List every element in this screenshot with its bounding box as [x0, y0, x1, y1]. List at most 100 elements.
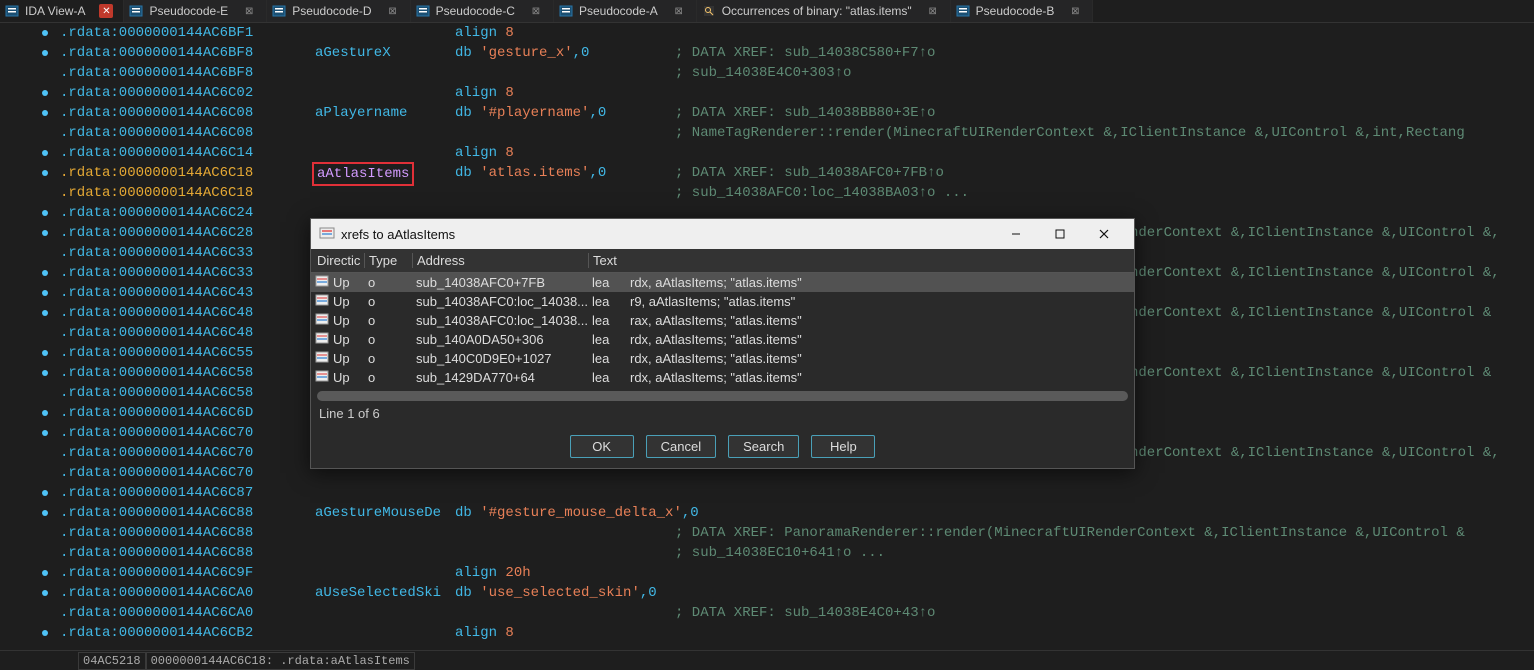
tab-5[interactable]: Occurrences of binary: "atlas.items"⊠: [697, 0, 951, 22]
tab-1[interactable]: Pseudocode-E ⊠: [124, 0, 267, 22]
disasm-line[interactable]: .rdata:0000000144AC6C88; DATA XREF: Pano…: [60, 523, 1534, 543]
ok-button[interactable]: OK: [570, 435, 634, 458]
search-button[interactable]: Search: [728, 435, 799, 458]
directive: db: [455, 585, 472, 601]
breakpoint-bullet[interactable]: [42, 150, 48, 156]
breakpoint-bullet[interactable]: [42, 230, 48, 236]
row-type: o: [368, 370, 416, 385]
breakpoint-bullet[interactable]: [42, 50, 48, 56]
xrefs-table-body[interactable]: Uposub_14038AFC0+7FBleardx, aAtlasItems;…: [311, 273, 1134, 387]
breakpoint-bullet[interactable]: [42, 290, 48, 296]
row-text: rdx, aAtlasItems; "atlas.items": [630, 275, 1134, 290]
row-address: sub_1429DA770+64: [416, 370, 592, 385]
breakpoint-bullet[interactable]: [42, 210, 48, 216]
xref-row[interactable]: Uposub_14038AFC0:loc_14038...lear9, aAtl…: [311, 292, 1134, 311]
disasm-line[interactable]: .rdata:0000000144AC6CB2align 8: [60, 623, 1534, 643]
disasm-line[interactable]: .rdata:0000000144AC6C08aPlayernamedb '#p…: [60, 103, 1534, 123]
directive: align: [455, 25, 497, 41]
breakpoint-bullet[interactable]: [42, 350, 48, 356]
close-icon[interactable]: ⊠: [386, 4, 400, 18]
segment-address: .rdata:0000000144AC6CA0: [60, 585, 253, 601]
breakpoint-bullet[interactable]: [42, 490, 48, 496]
close-icon[interactable]: ⊠: [672, 4, 686, 18]
disasm-line[interactable]: .rdata:0000000144AC6CA0; DATA XREF: sub_…: [60, 603, 1534, 623]
disasm-line[interactable]: .rdata:0000000144AC6C14align 8: [60, 143, 1534, 163]
breakpoint-bullet[interactable]: [42, 590, 48, 596]
dialog-titlebar[interactable]: xrefs to aAtlasItems: [311, 219, 1134, 249]
breakpoint-bullet[interactable]: [42, 370, 48, 376]
close-button[interactable]: [1082, 219, 1126, 249]
breakpoint-bullet[interactable]: [42, 110, 48, 116]
col-text[interactable]: Text: [588, 253, 1134, 268]
breakpoint-bullet[interactable]: [42, 430, 48, 436]
breakpoint-bullet[interactable]: [42, 30, 48, 36]
align-value: 8: [505, 145, 513, 161]
disasm-line[interactable]: .rdata:0000000144AC6C02align 8: [60, 83, 1534, 103]
horizontal-scrollbar[interactable]: [317, 391, 1128, 401]
close-icon[interactable]: ⊠: [529, 4, 543, 18]
breakpoint-bullet[interactable]: [42, 510, 48, 516]
comment: ; DATA XREF: sub_14038AFC0+7FB↑o: [675, 163, 944, 183]
directive: db: [455, 165, 472, 181]
comment: ; DATA XREF: sub_14038C580+F7↑o: [675, 43, 935, 63]
disasm-line[interactable]: .rdata:0000000144AC6C18aAtlasItemsdb 'at…: [60, 163, 1534, 183]
row-instruction: lea: [592, 294, 630, 309]
help-button[interactable]: Help: [811, 435, 875, 458]
tab-2[interactable]: Pseudocode-D⊠: [267, 0, 410, 22]
row-type: o: [368, 313, 416, 328]
minimize-button[interactable]: [994, 219, 1038, 249]
row-text: rax, aAtlasItems; "atlas.items": [630, 313, 1134, 328]
close-icon[interactable]: ⊠: [1068, 4, 1082, 18]
xref-row[interactable]: Uposub_14038AFC0:loc_14038...learax, aAt…: [311, 311, 1134, 330]
disasm-line[interactable]: .rdata:0000000144AC6C87: [60, 483, 1534, 503]
disasm-line[interactable]: .rdata:0000000144AC6BF1align 8: [60, 23, 1534, 43]
string-literal: '#playername': [480, 105, 589, 121]
col-address[interactable]: Address: [412, 253, 588, 268]
maximize-button[interactable]: [1038, 219, 1082, 249]
row-direction: Up: [333, 275, 368, 290]
breakpoint-bullet[interactable]: [42, 570, 48, 576]
close-icon[interactable]: ⊠: [242, 4, 256, 18]
segment-address: .rdata:0000000144AC6C18: [60, 185, 253, 201]
close-icon[interactable]: ⊠: [926, 4, 940, 18]
cancel-button[interactable]: Cancel: [646, 435, 716, 458]
comment: nderContext &,IClientInstance &,UIContro…: [1130, 263, 1500, 283]
disasm-line[interactable]: .rdata:0000000144AC6C88aGestureMouseDedb…: [60, 503, 1534, 523]
tab-0[interactable]: IDA View-A✕: [0, 0, 124, 22]
xref-row[interactable]: Uposub_14038AFC0+7FBleardx, aAtlasItems;…: [311, 273, 1134, 292]
tab-label: Pseudocode-E: [149, 4, 228, 18]
breakpoint-bullet[interactable]: [42, 270, 48, 276]
breakpoint-bullet[interactable]: [42, 90, 48, 96]
disasm-line[interactable]: .rdata:0000000144AC6C18; sub_14038AFC0:l…: [60, 183, 1534, 203]
string-literal: 'use_selected_skin': [480, 585, 640, 601]
disasm-line[interactable]: .rdata:0000000144AC6C88; sub_14038EC10+6…: [60, 543, 1534, 563]
disasm-line[interactable]: .rdata:0000000144AC6C08; NameTagRenderer…: [60, 123, 1534, 143]
breakpoint-bullet[interactable]: [42, 170, 48, 176]
xref-row[interactable]: Uposub_140A0DA50+306leardx, aAtlasItems;…: [311, 330, 1134, 349]
disasm-line[interactable]: .rdata:0000000144AC6BF8; sub_14038E4C0+3…: [60, 63, 1534, 83]
breakpoint-bullet[interactable]: [42, 310, 48, 316]
breakpoint-bullet[interactable]: [42, 410, 48, 416]
xref-row[interactable]: Uposub_1429DA770+64leardx, aAtlasItems; …: [311, 368, 1134, 387]
tab-3[interactable]: Pseudocode-C⊠: [411, 0, 554, 22]
row-direction: Up: [333, 313, 368, 328]
disasm-line[interactable]: .rdata:0000000144AC6BF8aGestureXdb 'gest…: [60, 43, 1534, 63]
row-icon: [311, 351, 333, 366]
row-icon: [311, 332, 333, 347]
close-icon[interactable]: ✕: [99, 4, 113, 18]
disasm-line[interactable]: .rdata:0000000144AC6CA0aUseSelectedSkidb…: [60, 583, 1534, 603]
breakpoint-bullet[interactable]: [42, 630, 48, 636]
col-direction[interactable]: Directic: [311, 253, 364, 268]
status-bar: 04AC5218 0000000144AC6C18: .rdata:aAtlas…: [0, 650, 1534, 670]
row-icon: [311, 313, 333, 328]
segment-address: .rdata:0000000144AC6C08: [60, 125, 253, 141]
document-icon: [129, 4, 143, 18]
col-type[interactable]: Type: [364, 253, 412, 268]
segment-address: .rdata:0000000144AC6C88: [60, 545, 253, 561]
xrefs-table-header[interactable]: Directic Type Address Text: [311, 249, 1134, 273]
tab-6[interactable]: Pseudocode-B⊠: [951, 0, 1094, 22]
tab-4[interactable]: Pseudocode-A⊠: [554, 0, 697, 22]
xref-row[interactable]: Uposub_140C0D9E0+1027leardx, aAtlasItems…: [311, 349, 1134, 368]
align-value: 8: [505, 625, 513, 641]
disasm-line[interactable]: .rdata:0000000144AC6C9Falign 20h: [60, 563, 1534, 583]
